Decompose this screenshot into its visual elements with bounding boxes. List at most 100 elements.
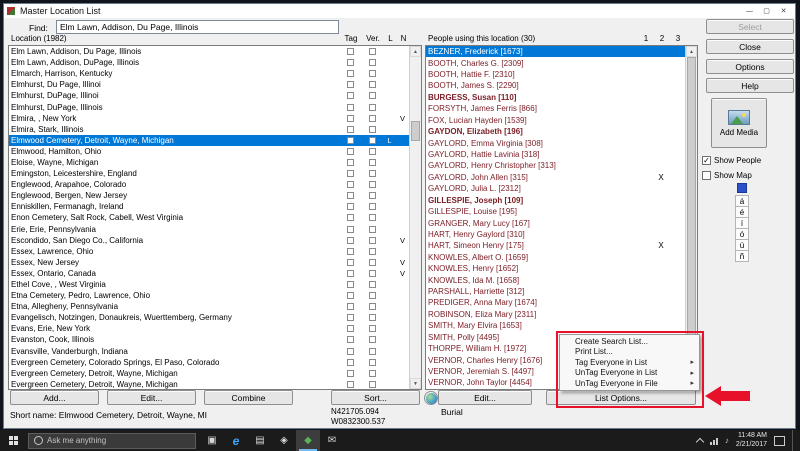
scroll-up-icon[interactable]: ▲ [686,46,697,57]
tag-checkbox[interactable] [346,214,354,222]
select-button[interactable]: Select [706,19,794,34]
person-row[interactable]: BOOTH, Hattie F. [2310] [426,69,697,80]
location-row[interactable]: Evanston, Cook, Illinois [9,334,421,345]
person-row[interactable]: BOOTH, Charles G. [2309] [426,57,697,68]
person-row[interactable]: BOOTH, James S. [2290] [426,80,697,91]
location-row[interactable]: Eloise, Wayne, Michigan [9,157,421,168]
ver-checkbox[interactable] [368,325,376,333]
person-row[interactable]: GAYLORD, Henry Christopher [313] [426,160,697,171]
help-button[interactable]: Help [706,78,794,93]
ver-checkbox[interactable] [368,70,376,78]
ver-checkbox[interactable] [368,258,376,266]
tag-checkbox[interactable] [346,358,354,366]
menu-item[interactable]: UnTag Everyone in File ▸ [561,378,698,389]
ver-checkbox[interactable] [368,170,376,178]
location-row[interactable]: Essex, Lawrence, Ohio [9,246,421,257]
ver-checkbox[interactable] [368,247,376,255]
tag-checkbox[interactable] [346,92,354,100]
menu-item[interactable]: Tag Everyone in List ▸ [561,357,698,368]
scroll-track[interactable] [410,57,421,378]
location-row[interactable]: Elmhurst, Du Page, Illinoi [9,79,421,90]
close-icon[interactable]: ✕ [775,5,792,17]
ver-checkbox[interactable] [368,225,376,233]
tag-checkbox[interactable] [346,336,354,344]
add-media-button[interactable]: Add Media [711,98,767,148]
ver-checkbox[interactable] [368,336,376,344]
location-row[interactable]: Enniskillen, Fermanagh, Ireland [9,201,421,212]
menu-item[interactable]: Print List... [561,347,698,358]
ver-checkbox[interactable] [368,103,376,111]
ver-checkbox[interactable] [368,125,376,133]
location-row[interactable]: Evergreen Cemetery, Colorado Springs, El… [9,357,421,368]
location-row[interactable]: Evans, Erie, New York [9,323,421,334]
location-row[interactable]: Essex, New Jersey V [9,257,421,268]
tag-checkbox[interactable] [346,269,354,277]
location-row[interactable]: Englewood, Bergen, New Jersey [9,190,421,201]
diacritic-button[interactable]: ñ [735,250,749,262]
network-icon[interactable] [709,437,718,445]
location-row[interactable]: Evergreen Cemetery, Detroit, Wayne, Mich… [9,368,421,379]
minimize-icon[interactable]: — [741,5,758,17]
person-row[interactable]: FORSYTH, James Ferris [866] [426,103,697,114]
person-row[interactable]: GAYDON, Elizabeth [196] [426,126,697,137]
ver-checkbox[interactable] [368,269,376,277]
hidden-icons-chevron-icon[interactable] [695,437,705,447]
color-swatch[interactable] [737,183,747,193]
location-row[interactable]: Elmira, Stark, Illinois [9,124,421,135]
tag-checkbox[interactable] [346,70,354,78]
edge-icon[interactable]: e [224,430,248,451]
show-map-option[interactable]: Show Map [702,171,752,180]
show-desktop-button[interactable] [792,430,796,451]
ver-checkbox[interactable] [368,303,376,311]
tag-checkbox[interactable] [346,303,354,311]
person-row[interactable]: GAYLORD, Julia L. [2312] [426,183,697,194]
menu-item[interactable]: UnTag Everyone in List ▸ [561,368,698,379]
ver-checkbox[interactable] [368,380,376,388]
location-row[interactable]: Enon Cemetery, Salt Rock, Cabell, West V… [9,212,421,223]
tag-checkbox[interactable] [346,181,354,189]
tag-checkbox[interactable] [346,136,354,144]
maximize-icon[interactable]: ▢ [758,5,775,17]
location-row[interactable]: Elmwood, Hamilton, Ohio [9,146,421,157]
tag-checkbox[interactable] [346,292,354,300]
tag-checkbox[interactable] [346,236,354,244]
ver-checkbox[interactable] [368,358,376,366]
location-row[interactable]: Elmwood Cemetery, Detroit, Wayne, Michig… [9,134,421,146]
tag-checkbox[interactable] [346,225,354,233]
tag-checkbox[interactable] [346,103,354,111]
scroll-down-icon[interactable]: ▼ [410,378,421,389]
ver-checkbox[interactable] [368,114,376,122]
tag-checkbox[interactable] [346,203,354,211]
person-row[interactable]: SMITH, Mary Elvira [1653] [426,320,697,331]
tag-checkbox[interactable] [346,380,354,388]
person-row[interactable]: BEZNER, Frederick [1673] [426,46,697,58]
tag-checkbox[interactable] [346,114,354,122]
geo-database-button[interactable] [424,391,438,405]
location-row[interactable]: Englewood, Arapahoe, Colorado [9,179,421,190]
tag-checkbox[interactable] [346,59,354,67]
person-row[interactable]: GILLESPIE, Louise [195] [426,206,697,217]
ver-checkbox[interactable] [368,192,376,200]
file-explorer-icon[interactable]: ▤ [248,430,272,451]
location-row[interactable]: Evansville, Vanderburgh, Indiana [9,346,421,357]
ver-checkbox[interactable] [368,48,376,56]
person-row[interactable]: KNOWLES, Ida M. [1658] [426,274,697,285]
combine-button[interactable]: Combine [204,390,293,405]
ver-checkbox[interactable] [368,81,376,89]
ver-checkbox[interactable] [368,147,376,155]
taskbar-search[interactable]: Ask me anything [28,432,196,449]
tag-checkbox[interactable] [346,192,354,200]
sort-button[interactable]: Sort... [331,390,420,405]
locations-scrollbar[interactable]: ▲ ▼ [409,46,421,389]
taskbar-clock[interactable]: 11:48 AM 2/21/2017 [736,432,767,449]
ver-checkbox[interactable] [368,181,376,189]
tag-checkbox[interactable] [346,325,354,333]
location-row[interactable]: Essex, Ontario, Canada V [9,268,421,279]
ver-checkbox[interactable] [368,369,376,377]
show-people-checkbox[interactable]: ✓ [702,156,711,165]
location-row[interactable]: Elmhurst, DuPage, Illinois [9,101,421,112]
volume-icon[interactable]: ♪ [725,436,729,445]
location-row[interactable]: Etna Cemetery, Pedro, Lawrence, Ohio [9,290,421,301]
ver-checkbox[interactable] [368,214,376,222]
tag-checkbox[interactable] [346,147,354,155]
